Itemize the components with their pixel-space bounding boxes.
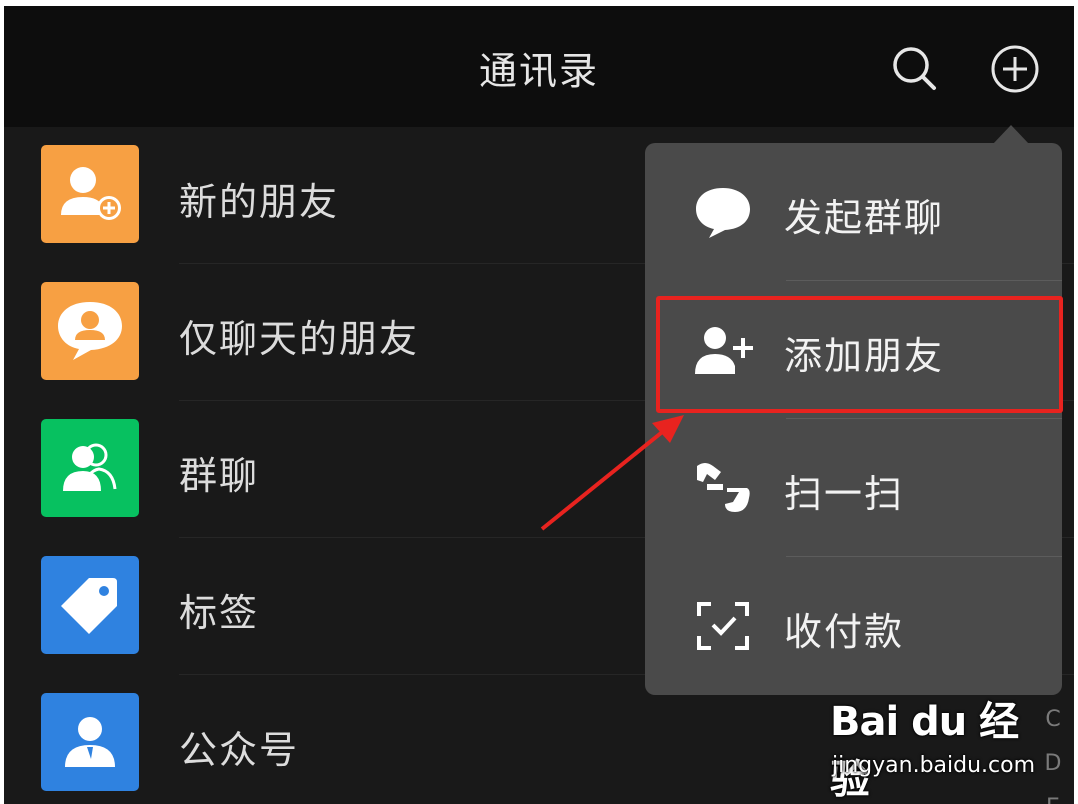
- group-icon: [41, 419, 139, 517]
- list-item-label: 新的朋友: [179, 180, 340, 224]
- chat-person-icon: [41, 282, 139, 380]
- index-letter[interactable]: E: [1040, 786, 1066, 804]
- watermark-url: jingyan.baidu.com: [832, 753, 1036, 778]
- menu-item-money[interactable]: 收付款: [645, 557, 1062, 695]
- list-item-label: 公众号: [179, 728, 300, 772]
- chat-bubble-icon: [693, 182, 753, 242]
- baidu-jingyan-watermark: Bai du 经验 jingyan.baidu.com: [830, 689, 1035, 803]
- tag-icon: [41, 556, 139, 654]
- top-bar: 通讯录: [4, 6, 1074, 127]
- list-item-label: 标签: [179, 591, 260, 635]
- contacts-screen: 通讯录 新的朋友 仅聊天的朋友 群聊 标签 公众号 C D 发起群聊 添加朋友 …: [4, 6, 1074, 804]
- list-item-label: 仅聊天的朋友: [179, 317, 420, 361]
- menu-item-label: 扫一扫: [784, 472, 905, 516]
- menu-caret: [993, 125, 1029, 144]
- search-icon[interactable]: [890, 44, 938, 92]
- scan-icon: [693, 458, 753, 518]
- index-letter[interactable]: C: [1040, 698, 1066, 742]
- highlight-box: [656, 296, 1063, 413]
- list-item-label: 群聊: [179, 454, 260, 498]
- watermark-logo: Bai du 经验: [830, 699, 1019, 803]
- arrow-annotation: [540, 415, 684, 531]
- menu-item-start-group-chat[interactable]: 发起群聊: [645, 143, 1062, 281]
- menu-item-scan[interactable]: 扫一扫: [645, 419, 1062, 557]
- index-letter[interactable]: D: [1040, 742, 1066, 786]
- add-friend-icon: [41, 145, 139, 243]
- menu-item-label: 收付款: [784, 610, 905, 654]
- official-account-icon: [41, 693, 139, 791]
- menu-item-label: 发起群聊: [784, 196, 945, 240]
- alphabet-index[interactable]: C D E: [1040, 698, 1066, 804]
- popup-menu: 发起群聊 添加朋友 扫一扫 收付款: [645, 143, 1062, 695]
- plus-circle-icon[interactable]: [990, 44, 1039, 93]
- payment-qr-icon: [693, 596, 753, 656]
